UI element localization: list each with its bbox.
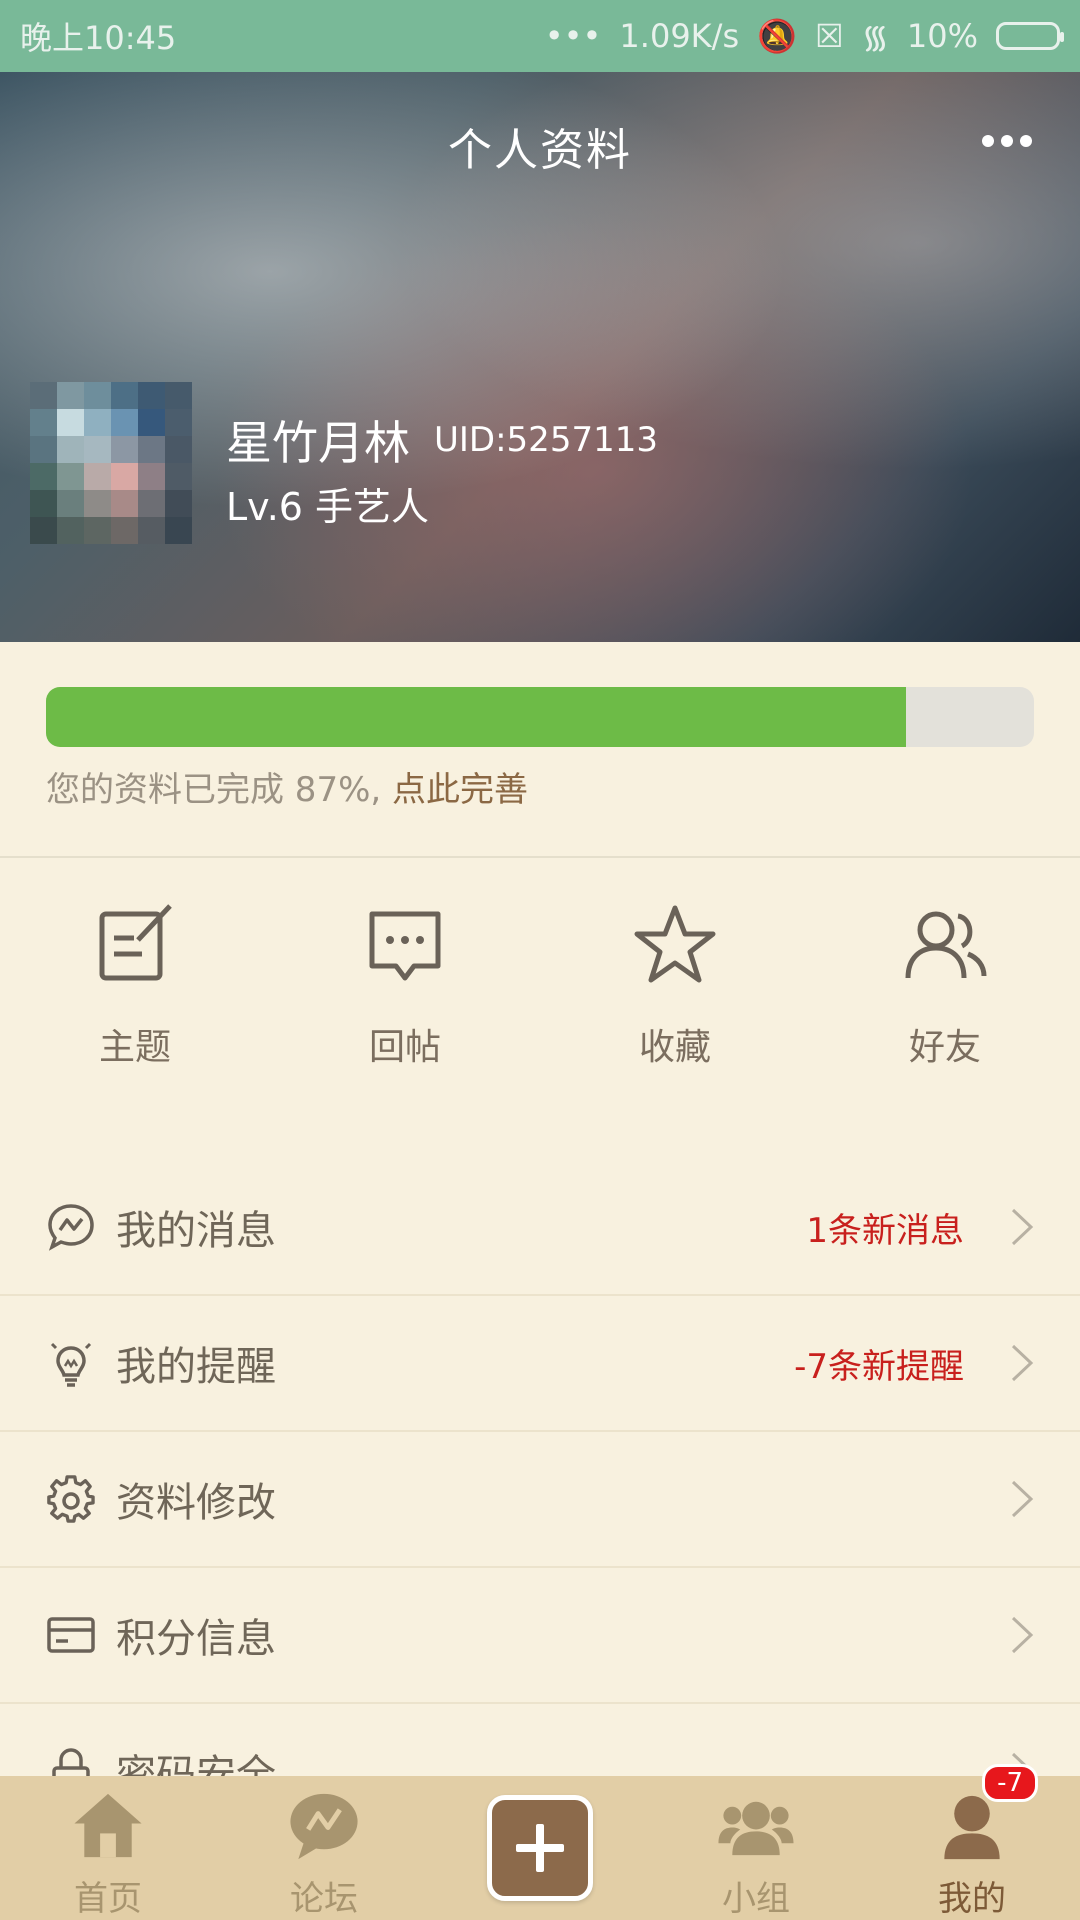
completion-progress-fill (46, 687, 906, 747)
chevron-right-icon (1011, 1344, 1034, 1382)
divider (0, 856, 1080, 858)
post-button[interactable] (487, 1795, 593, 1901)
completion-prefix: 您的资料已完成 87%, (46, 770, 382, 810)
shortcut-favorites[interactable]: 收藏 (540, 900, 810, 1100)
shortcut-replies[interactable]: 回帖 (270, 900, 540, 1100)
completion-progress-bar[interactable] (46, 687, 1034, 747)
shortcut-topics[interactable]: 主题 (0, 900, 270, 1100)
shortcut-label: 回帖 (368, 1027, 441, 1068)
shortcut-grid: 主题 回帖 收藏 好友 (0, 900, 1080, 1100)
chevron-right-icon (1011, 1208, 1034, 1246)
nav-label: 首页 (74, 1879, 142, 1919)
bell-off-icon: 🔕 (757, 17, 797, 55)
topic-edit-icon (99, 904, 172, 981)
shortcut-label: 主题 (98, 1027, 171, 1068)
nav-mine[interactable]: 我的 -7 (864, 1764, 1080, 1920)
menu-item-points[interactable]: 积分信息 (0, 1568, 1080, 1704)
dots-icon: ••• (544, 17, 602, 55)
nav-label: 论坛 (290, 1879, 358, 1919)
menu-item-messages[interactable]: 我的消息 1条新消息 (0, 1160, 1080, 1296)
more-icon[interactable] (982, 134, 1032, 148)
page-title: 个人资料 (448, 125, 632, 176)
menu-item-reminders[interactable]: 我的提醒 -7条新提醒 (0, 1296, 1080, 1432)
menu-label: 我的提醒 (116, 1344, 276, 1390)
message-icon (48, 1204, 94, 1251)
menu-label: 资料修改 (116, 1480, 276, 1526)
avatar[interactable] (30, 382, 192, 544)
nav-home[interactable]: 首页 (0, 1776, 216, 1920)
battery-percent: 10% (906, 17, 978, 55)
nav-post[interactable] (432, 1776, 648, 1920)
wifi-icon: ᯾ (861, 17, 889, 56)
menu-list: 我的消息 1条新消息 我的提醒 -7条新提醒 资料修改 积分信息 密码安全 (0, 1160, 1080, 1840)
app-root: 晚上10:45 ••• 1.09K/s 🔕 ☒ ᯾ 10% 个人资料 星竹月林 … (0, 0, 1080, 1920)
status-right: ••• 1.09K/s 🔕 ☒ ᯾ 10% (544, 15, 1064, 58)
menu-label: 我的消息 (116, 1208, 276, 1254)
chevron-right-icon (1011, 1480, 1034, 1518)
card-icon (47, 1617, 95, 1653)
home-icon (74, 1793, 142, 1858)
nav-label: 我的 (938, 1879, 1006, 1919)
user-uid: UID:5257113 (434, 420, 658, 460)
plus-icon (516, 1824, 564, 1872)
shortcut-label: 收藏 (638, 1027, 711, 1068)
bottom-nav: 首页 论坛 小组 我的 -7 (0, 1764, 1080, 1920)
notification-badge: -7 (982, 1764, 1038, 1802)
forum-icon (290, 1793, 358, 1860)
new-reminders-count: -7条新提醒 (794, 1346, 964, 1387)
bulb-icon (50, 1342, 92, 1387)
complete-profile-link[interactable]: 点此完善 (392, 770, 528, 810)
nav-forum[interactable]: 论坛 (216, 1776, 432, 1920)
nav-group[interactable]: 小组 (648, 1776, 864, 1920)
reply-chat-icon (369, 911, 441, 981)
username: 星竹月林 (226, 416, 410, 470)
menu-item-edit-profile[interactable]: 资料修改 (0, 1432, 1080, 1568)
user-level: Lv.6 手艺人 (226, 485, 430, 529)
chevron-right-icon (1011, 1616, 1034, 1654)
new-messages-count: 1条新消息 (806, 1210, 964, 1251)
menu-label: 积分信息 (116, 1616, 276, 1662)
group-icon (718, 1801, 794, 1856)
shortcut-label: 好友 (908, 1027, 981, 1068)
status-time: 晚上10:45 (20, 19, 177, 57)
sim-icon: ☒ (814, 17, 844, 55)
friends-icon (905, 911, 987, 979)
star-icon (634, 905, 716, 983)
completion-text[interactable]: 您的资料已完成 87%, 点此完善 (46, 762, 528, 811)
nav-label: 小组 (722, 1879, 790, 1919)
profile-header: 个人资料 星竹月林 UID:5257113 Lv.6 手艺人 (0, 72, 1080, 642)
battery-icon (996, 22, 1064, 50)
gear-icon (47, 1475, 95, 1523)
status-bar: 晚上10:45 ••• 1.09K/s 🔕 ☒ ᯾ 10% (0, 0, 1080, 72)
network-speed: 1.09K/s (619, 17, 740, 55)
shortcut-friends[interactable]: 好友 (810, 900, 1080, 1100)
